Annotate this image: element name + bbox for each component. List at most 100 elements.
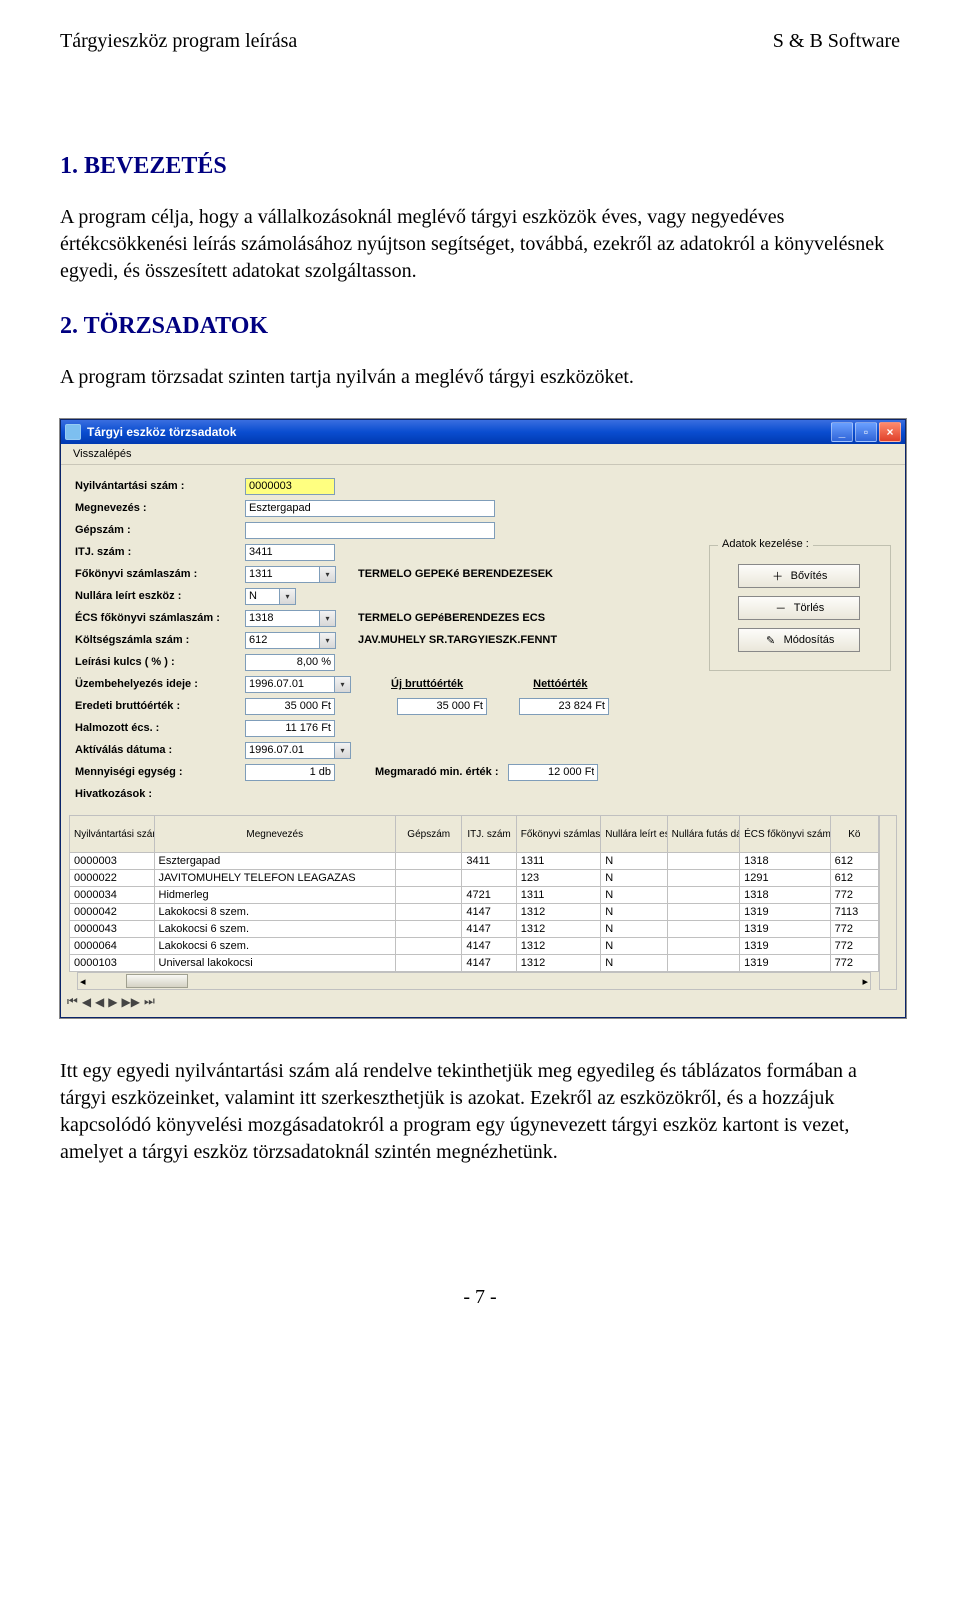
grid-cell[interactable] <box>396 853 462 870</box>
grid-header[interactable]: Nullára futás dátuma <box>667 816 739 853</box>
minimize-button[interactable]: _ <box>831 422 853 442</box>
grid-cell[interactable]: 1291 <box>740 870 831 887</box>
grid-cell[interactable] <box>667 938 739 955</box>
table-row[interactable]: 0000022JAVITOMUHELY TELEFON LEAGAZAS 123N… <box>70 870 879 887</box>
grid-cell[interactable]: 1312 <box>516 904 601 921</box>
modify-button[interactable]: ✎ Módosítás <box>738 628 860 652</box>
grid-cell[interactable]: Universal lakokocsi <box>154 955 395 972</box>
nav-next-icon[interactable]: ▶ <box>108 995 117 1009</box>
grid-cell[interactable] <box>396 921 462 938</box>
record-navigator[interactable]: ⏮ ◀ ◀ ▶ ▶▶ ⏭ <box>61 992 905 1013</box>
grid-cell[interactable]: 1318 <box>740 887 831 904</box>
input-itj[interactable] <box>245 544 335 561</box>
grid-cell[interactable]: 772 <box>830 938 878 955</box>
maximize-button[interactable]: ▫ <box>855 422 877 442</box>
grid-cell[interactable]: 4147 <box>462 921 516 938</box>
grid-cell[interactable]: JAVITOMUHELY TELEFON LEAGAZAS <box>154 870 395 887</box>
grid-cell[interactable] <box>396 870 462 887</box>
grid-cell[interactable]: 1319 <box>740 904 831 921</box>
data-grid[interactable]: Nyilvántartási számMegnevezésGépszámITJ.… <box>69 815 879 972</box>
grid-cell[interactable]: 0000103 <box>70 955 155 972</box>
grid-cell[interactable]: 4147 <box>462 938 516 955</box>
table-row[interactable]: 0000042Lakokocsi 8 szem.41471312N1319711… <box>70 904 879 921</box>
grid-cell[interactable]: Esztergapad <box>154 853 395 870</box>
input-nullara[interactable] <box>245 588 280 605</box>
input-halmozott[interactable] <box>245 720 335 737</box>
grid-header[interactable]: Főkönyvi számlaszám <box>516 816 601 853</box>
grid-cell[interactable]: 1312 <box>516 938 601 955</box>
grid-cell[interactable]: N <box>601 904 667 921</box>
nav-last-icon[interactable]: ⏭ <box>144 994 155 1009</box>
dropdown-fokonyvi-icon[interactable]: ▾ <box>320 566 336 583</box>
dropdown-uzembe-icon[interactable]: ▾ <box>335 676 351 693</box>
grid-cell[interactable] <box>396 904 462 921</box>
table-row[interactable]: 0000003Esztergapad34111311N1318612 <box>70 853 879 870</box>
input-gepszam[interactable] <box>245 522 495 539</box>
grid-cell[interactable]: 0000043 <box>70 921 155 938</box>
grid-cell[interactable]: 772 <box>830 955 878 972</box>
dropdown-aktivalas-icon[interactable]: ▾ <box>335 742 351 759</box>
input-leirasi[interactable] <box>245 654 335 671</box>
grid-cell[interactable] <box>396 887 462 904</box>
grid-header[interactable]: Gépszám <box>396 816 462 853</box>
dropdown-koltseg-icon[interactable]: ▾ <box>320 632 336 649</box>
grid-header[interactable]: Megnevezés <box>154 816 395 853</box>
grid-cell[interactable]: 1319 <box>740 955 831 972</box>
vertical-scrollbar[interactable] <box>879 815 897 990</box>
titlebar[interactable]: Tárgyi eszköz törzsadatok _ ▫ × <box>61 420 905 444</box>
table-row[interactable]: 0000043Lakokocsi 6 szem.41471312N1319772 <box>70 921 879 938</box>
grid-cell[interactable]: 1319 <box>740 921 831 938</box>
grid-cell[interactable] <box>667 921 739 938</box>
close-button[interactable]: × <box>879 422 901 442</box>
input-fokonyvi[interactable] <box>245 566 320 583</box>
horizontal-scrollbar[interactable]: ◂ ▸ <box>77 972 871 990</box>
input-ecs[interactable] <box>245 610 320 627</box>
dropdown-nullara-icon[interactable]: ▾ <box>280 588 296 605</box>
grid-cell[interactable]: N <box>601 887 667 904</box>
input-uzembe[interactable] <box>245 676 335 693</box>
grid-cell[interactable] <box>396 938 462 955</box>
grid-cell[interactable] <box>667 853 739 870</box>
input-ujbrutto[interactable] <box>397 698 487 715</box>
grid-cell[interactable]: 1311 <box>516 853 601 870</box>
grid-cell[interactable] <box>667 904 739 921</box>
grid-cell[interactable]: 0000003 <box>70 853 155 870</box>
grid-cell[interactable]: 4721 <box>462 887 516 904</box>
grid-cell[interactable]: Hidmerleg <box>154 887 395 904</box>
grid-cell[interactable] <box>667 887 739 904</box>
grid-cell[interactable]: 772 <box>830 887 878 904</box>
input-mennyiseg[interactable] <box>245 764 335 781</box>
grid-cell[interactable]: N <box>601 938 667 955</box>
menu-back[interactable]: Visszalépés <box>67 447 138 461</box>
grid-cell[interactable]: N <box>601 870 667 887</box>
grid-cell[interactable]: 0000022 <box>70 870 155 887</box>
add-button[interactable]: ＋ Bővítés <box>738 564 860 588</box>
grid-cell[interactable]: Lakokocsi 6 szem. <box>154 921 395 938</box>
grid-cell[interactable]: 0000064 <box>70 938 155 955</box>
grid-cell[interactable] <box>396 955 462 972</box>
table-row[interactable]: 0000034Hidmerleg47211311N1318772 <box>70 887 879 904</box>
input-aktivalas[interactable] <box>245 742 335 759</box>
grid-header[interactable]: Kö <box>830 816 878 853</box>
grid-cell[interactable]: 1319 <box>740 938 831 955</box>
delete-button[interactable]: － Törlés <box>738 596 860 620</box>
input-megnev[interactable] <box>245 500 495 517</box>
grid-cell[interactable] <box>667 955 739 972</box>
grid-cell[interactable]: 612 <box>830 853 878 870</box>
grid-cell[interactable]: 612 <box>830 870 878 887</box>
grid-cell[interactable]: 123 <box>516 870 601 887</box>
input-netto[interactable] <box>519 698 609 715</box>
nav-prevpage-icon[interactable]: ◀ <box>82 995 91 1009</box>
grid-cell[interactable]: 772 <box>830 921 878 938</box>
input-eredeti[interactable] <box>245 698 335 715</box>
grid-cell[interactable]: 0000042 <box>70 904 155 921</box>
grid-cell[interactable]: 7113 <box>830 904 878 921</box>
grid-cell[interactable]: 1312 <box>516 921 601 938</box>
input-nyilv[interactable] <box>245 478 335 495</box>
grid-cell[interactable]: 3411 <box>462 853 516 870</box>
grid-cell[interactable]: N <box>601 853 667 870</box>
grid-cell[interactable]: Lakokocsi 6 szem. <box>154 938 395 955</box>
nav-nextpage-icon[interactable]: ▶▶ <box>122 995 140 1009</box>
grid-header[interactable]: ÉCS főkönyvi számlaszám <box>740 816 831 853</box>
grid-header[interactable]: Nyilvántartási szám <box>70 816 155 853</box>
